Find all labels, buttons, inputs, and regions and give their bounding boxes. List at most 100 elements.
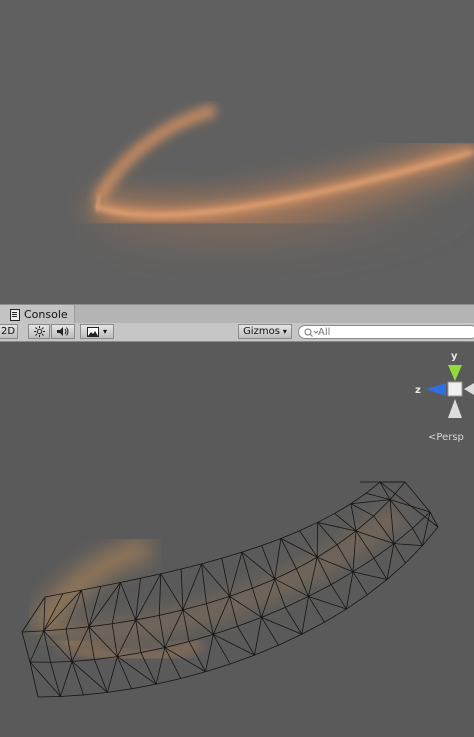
mesh-edge	[182, 563, 202, 611]
wireframe-mesh	[21, 481, 439, 698]
image-effects-caret: ▾	[102, 327, 107, 336]
projection-label: Persp	[436, 432, 464, 443]
scene-canvas: y z	[21, 351, 474, 698]
game-view[interactable]	[0, 0, 474, 304]
mesh-edge	[135, 573, 162, 621]
mesh-edge	[301, 621, 325, 635]
gizmo-y-label: y	[451, 351, 458, 362]
audio-icon	[57, 327, 69, 336]
mesh-edge	[334, 503, 352, 514]
mesh-edge	[60, 694, 84, 697]
mesh-edge	[254, 617, 262, 656]
projection-toggle[interactable]: <Persp	[428, 432, 464, 443]
lighting-icon	[33, 326, 45, 337]
mesh-edge	[352, 571, 388, 580]
mesh-edge	[393, 527, 413, 544]
mesh-edge	[37, 696, 61, 698]
tab-console[interactable]: Console	[0, 305, 75, 324]
image-effects-icon	[86, 326, 99, 337]
search-input[interactable]: All	[298, 325, 474, 339]
mesh-edge	[201, 557, 222, 565]
mesh-edge	[29, 661, 61, 697]
mesh-edge	[241, 552, 253, 589]
gizmo-x-arrow	[464, 383, 474, 395]
mesh-edge	[346, 594, 368, 610]
mesh-edge	[285, 596, 309, 608]
mesh-edge	[71, 659, 95, 662]
mesh-edge	[135, 578, 141, 620]
mesh-edge	[330, 571, 354, 585]
mesh-edge	[241, 545, 262, 553]
mesh-edge	[274, 538, 282, 580]
mesh-edge	[280, 530, 300, 539]
mesh-edge	[131, 683, 157, 690]
mesh-edge	[205, 634, 214, 672]
mesh-edge	[373, 543, 395, 559]
mesh-edge	[284, 607, 303, 635]
mesh-edge	[278, 633, 302, 646]
scene-view[interactable]: y z	[0, 342, 474, 737]
mesh-edge	[181, 563, 202, 570]
mesh-edge	[120, 577, 141, 583]
mesh-edge	[160, 573, 184, 611]
mesh-edge	[350, 499, 391, 505]
mesh-edge	[261, 606, 286, 618]
image-effects-dropdown[interactable]: ▾	[80, 324, 114, 339]
mesh-edge	[280, 538, 318, 558]
gizmos-label: Gizmos	[243, 326, 280, 337]
mesh-edge	[308, 596, 347, 610]
scene-toolbar: 2D ▾ Gizmos ▾ All	[0, 323, 474, 342]
mesh-edge	[100, 582, 121, 587]
mesh-edge	[29, 661, 39, 698]
console-icon	[10, 308, 20, 321]
audio-toggle-button[interactable]	[51, 324, 75, 339]
gizmos-dropdown[interactable]: Gizmos ▾	[238, 324, 292, 339]
mesh-edge	[404, 481, 431, 513]
mesh-edge	[201, 563, 230, 597]
mesh-edge	[308, 596, 325, 623]
mesh-edge	[393, 543, 406, 564]
mesh-edge	[365, 492, 391, 501]
mesh-edge	[412, 528, 423, 546]
mesh-edge	[350, 503, 374, 517]
mesh-edge	[280, 538, 297, 569]
mesh-edge	[21, 631, 31, 663]
2d-mode-label: 2D	[0, 326, 16, 337]
mesh-edge	[393, 543, 423, 547]
mesh-edge	[213, 625, 238, 635]
mesh-edge	[352, 571, 368, 596]
mesh-edge	[201, 563, 207, 604]
mesh-edge	[261, 538, 282, 546]
mesh-edge	[365, 481, 381, 494]
gizmo-z-label: z	[415, 385, 421, 396]
mesh-edge	[158, 573, 162, 616]
mesh-edge	[230, 654, 255, 665]
mesh-edge	[140, 573, 161, 579]
gizmo-neg-y-arrow	[448, 399, 462, 418]
mesh-edge	[352, 557, 375, 573]
mesh-edge	[29, 630, 45, 663]
mesh-edge	[373, 557, 388, 580]
mesh-edge	[83, 691, 108, 696]
mesh-edge	[301, 596, 309, 635]
mesh-edge	[345, 571, 354, 610]
gizmo-center-cube	[447, 381, 463, 397]
mesh-edge	[221, 551, 243, 559]
mesh-edge	[261, 617, 279, 646]
mesh-edge	[160, 568, 182, 575]
mesh-edge	[21, 630, 44, 633]
mesh-edge	[180, 671, 206, 679]
mesh-edge	[180, 569, 184, 610]
orientation-gizmo: y z	[415, 351, 474, 418]
mesh-edge	[429, 511, 439, 528]
mesh-edge	[120, 582, 137, 621]
mesh-edge	[299, 522, 318, 532]
mesh-edge	[299, 530, 318, 558]
mesh-edge	[60, 661, 73, 697]
trail-upper-arc	[92, 104, 217, 203]
tab-console-label: Console	[24, 308, 68, 321]
2d-mode-button[interactable]: 2D	[0, 324, 18, 339]
mesh-edge	[330, 584, 347, 610]
lighting-toggle-button[interactable]	[28, 324, 50, 339]
mesh-edge	[308, 584, 332, 597]
